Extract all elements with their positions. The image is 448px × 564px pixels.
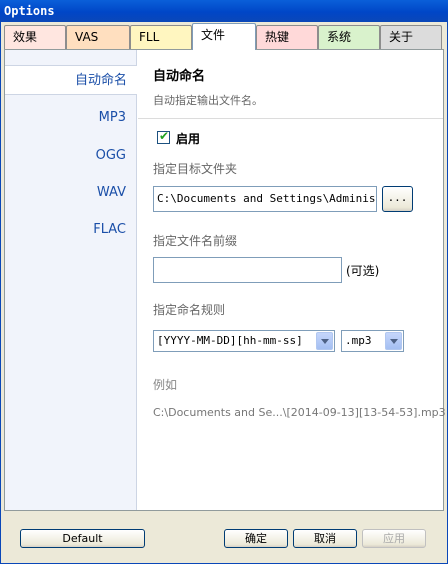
tab-fll[interactable]: FLL <box>130 25 192 49</box>
section-title: 自动命名 <box>153 69 206 84</box>
tab-about[interactable]: 关于 <box>380 25 442 49</box>
extension-value: .mp3 <box>345 334 372 347</box>
content-pane: 自动命名 自动指定输出文件名。 ✔ 启用 指定目标文件夹 C:\Document… <box>138 50 446 510</box>
section-description: 自动指定输出文件名。 <box>153 94 263 107</box>
rule-label: 指定命名规则 <box>153 303 226 317</box>
target-folder-label: 指定目标文件夹 <box>153 162 238 176</box>
chevron-down-icon[interactable] <box>316 332 333 350</box>
tab-hotkeys[interactable]: 热键 <box>256 25 318 49</box>
browse-button[interactable]: ... <box>382 186 413 212</box>
example-label: 例如 <box>153 378 178 392</box>
sidebar-item-flac[interactable]: FLAC <box>93 222 126 237</box>
options-panel: 自动命名 MP3 OGG WAV FLAC 自动命名 自动指定输出文件名。 ✔ … <box>4 49 446 511</box>
example-value: C:\Documents and Se...\[2014-09-13][13-5… <box>153 406 446 419</box>
target-folder-input[interactable]: C:\Documents and Settings\Administra <box>153 186 377 212</box>
naming-rule-select[interactable]: [YYYY-MM-DD][hh-mm-ss] <box>153 330 335 352</box>
tab-effects[interactable]: 效果 <box>4 25 66 49</box>
check-icon: ✔ <box>159 129 170 143</box>
prefix-label: 指定文件名前缀 <box>153 234 238 248</box>
sidebar-item-autoname[interactable]: 自动命名 <box>5 65 137 95</box>
tab-bar: 效果 VAS FLL 文件 热键 系统 关于 <box>4 23 444 51</box>
sidebar-item-wav[interactable]: WAV <box>97 185 126 200</box>
sidebar-item-mp3[interactable]: MP3 <box>99 110 126 125</box>
divider <box>138 118 443 119</box>
tab-vas[interactable]: VAS <box>66 25 130 49</box>
window-title: Options <box>0 0 448 22</box>
sidebar-item-ogg[interactable]: OGG <box>96 148 126 163</box>
enable-checkbox[interactable]: ✔ <box>157 129 170 144</box>
tab-system[interactable]: 系统 <box>318 25 380 49</box>
apply-button[interactable]: 应用 <box>362 529 426 548</box>
extension-select[interactable]: .mp3 <box>341 330 404 352</box>
optional-label: (可选) <box>346 264 380 278</box>
prefix-input[interactable] <box>153 257 342 283</box>
cancel-button[interactable]: 取消 <box>293 529 357 548</box>
sidebar: 自动命名 MP3 OGG WAV FLAC <box>5 50 137 510</box>
enable-label: 启用 <box>176 132 201 146</box>
tab-file[interactable]: 文件 <box>192 23 256 51</box>
default-button[interactable]: Default <box>20 529 145 548</box>
naming-rule-value: [YYYY-MM-DD][hh-mm-ss] <box>157 334 303 347</box>
chevron-down-icon[interactable] <box>385 332 402 350</box>
ok-button[interactable]: 确定 <box>224 529 288 548</box>
